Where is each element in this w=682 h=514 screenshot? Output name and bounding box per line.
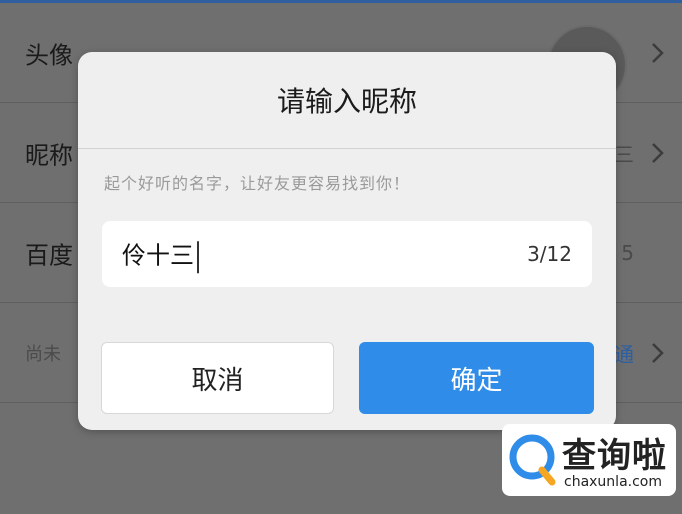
nickname-value: 伶十三 <box>122 241 194 270</box>
cancel-button[interactable]: 取消 <box>101 342 334 414</box>
confirm-button[interactable]: 确定 <box>359 342 594 414</box>
chevron-right-icon <box>652 42 664 63</box>
dialog-title: 请输入昵称 <box>78 52 616 149</box>
text-caret <box>197 240 199 273</box>
watermark-text-cn: 查询啦 <box>562 436 667 476</box>
nickname-input-wrap: 伶十三 <box>122 235 199 273</box>
row-value: 三 <box>614 142 634 166</box>
char-counter: 3/12 <box>527 242 572 266</box>
dialog-hint: 起个好听的名字，让好友更容易找到你！ <box>104 174 411 193</box>
chevron-right-icon <box>652 142 664 163</box>
nickname-dialog: 请输入昵称 起个好听的名字，让好友更容易找到你！ 伶十三 3/12 取消 确定 <box>78 52 616 430</box>
watermark-text-en: chaxunla.com <box>564 474 662 490</box>
row-value: 5 <box>621 240 634 265</box>
row-value: 通 <box>614 342 634 366</box>
search-q-icon <box>509 434 556 486</box>
row-label: 头像 <box>25 41 73 69</box>
row-label: 百度 <box>25 241 73 269</box>
nickname-input[interactable]: 伶十三 3/12 <box>102 221 592 287</box>
row-label: 昵称 <box>25 141 73 169</box>
row-label: 尚未 <box>25 343 61 365</box>
chevron-right-icon <box>652 342 664 363</box>
watermark-logo: 查询啦 chaxunla.com <box>502 424 676 496</box>
